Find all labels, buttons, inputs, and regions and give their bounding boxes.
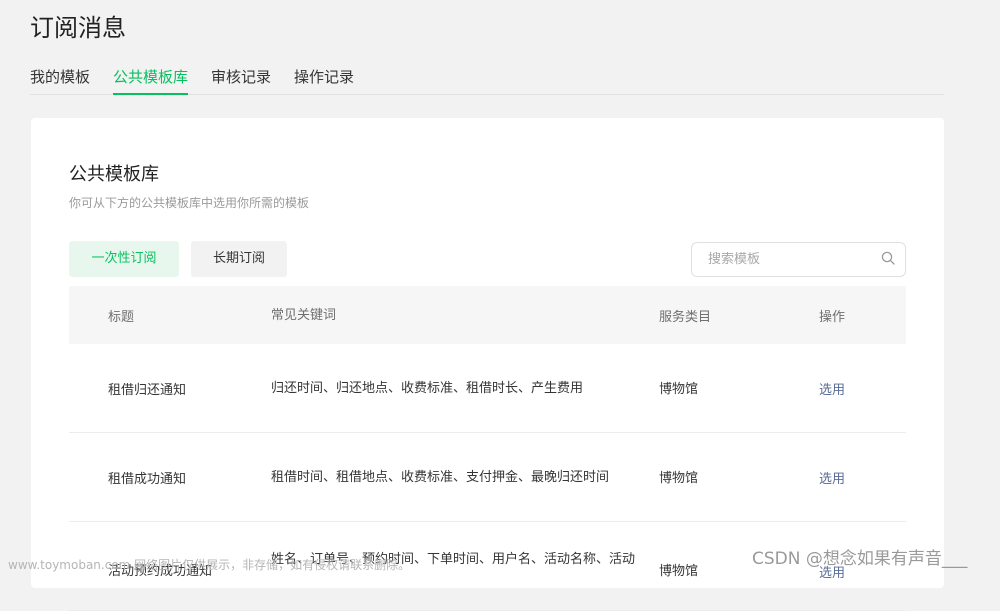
table-row: 租借成功通知 租借时间、租借地点、收费标准、支付押金、最晚归还时间 博物馆 选用	[69, 433, 906, 522]
table-row: 租借归还通知 归还时间、归还地点、收费标准、租借时长、产生费用 博物馆 选用	[69, 344, 906, 433]
header-action: 操作	[819, 309, 846, 325]
tab-bar: 我的模板 公共模板库 审核记录 操作记录	[30, 66, 944, 95]
row-category: 博物馆	[659, 382, 699, 397]
row-title: 租借成功通知	[108, 471, 187, 487]
tab-review-records[interactable]: 审核记录	[211, 66, 271, 95]
row-action-cell: 选用	[794, 379, 906, 398]
watermark-left: www.toymoban.com 网络图片仅供展示，非存储，如有侵权请联系删除。	[8, 558, 411, 572]
row-keywords: 归还时间、归还地点、收费标准、租借时长、产生费用	[271, 380, 584, 396]
page-title: 订阅消息	[30, 14, 126, 42]
card-title: 公共模板库	[69, 164, 159, 185]
select-template-link[interactable]: 选用	[819, 383, 845, 398]
library-card: 公共模板库 你可从下方的公共模板库中选用你所需的模板 一次性订阅 长期订阅 标题…	[31, 118, 944, 611]
table-header: 标题 常见关键词 服务类目 操作	[69, 286, 906, 344]
row-title: 租借归还通知	[108, 382, 187, 398]
search-input[interactable]	[708, 252, 868, 267]
search-box	[691, 242, 906, 277]
header-keywords: 常见关键词	[271, 307, 337, 323]
header-title: 标题	[108, 309, 135, 325]
search-icon[interactable]	[881, 250, 895, 269]
tab-operation-records[interactable]: 操作记录	[294, 66, 354, 95]
card-description: 你可从下方的公共模板库中选用你所需的模板	[69, 196, 310, 210]
row-action-cell: 选用	[794, 468, 906, 487]
header-category: 服务类目	[659, 309, 712, 325]
tab-public-library[interactable]: 公共模板库	[113, 66, 189, 95]
one-time-subscription-button[interactable]: 一次性订阅	[69, 241, 179, 277]
watermark-right: CSDN @想念如果有声音___	[752, 549, 968, 569]
row-keywords: 租借时间、租借地点、收费标准、支付押金、最晚归还时间	[271, 469, 610, 485]
tab-my-templates[interactable]: 我的模板	[30, 66, 90, 95]
row-category: 博物馆	[659, 471, 699, 486]
select-template-link[interactable]: 选用	[819, 472, 845, 487]
long-term-subscription-button[interactable]: 长期订阅	[191, 241, 287, 277]
